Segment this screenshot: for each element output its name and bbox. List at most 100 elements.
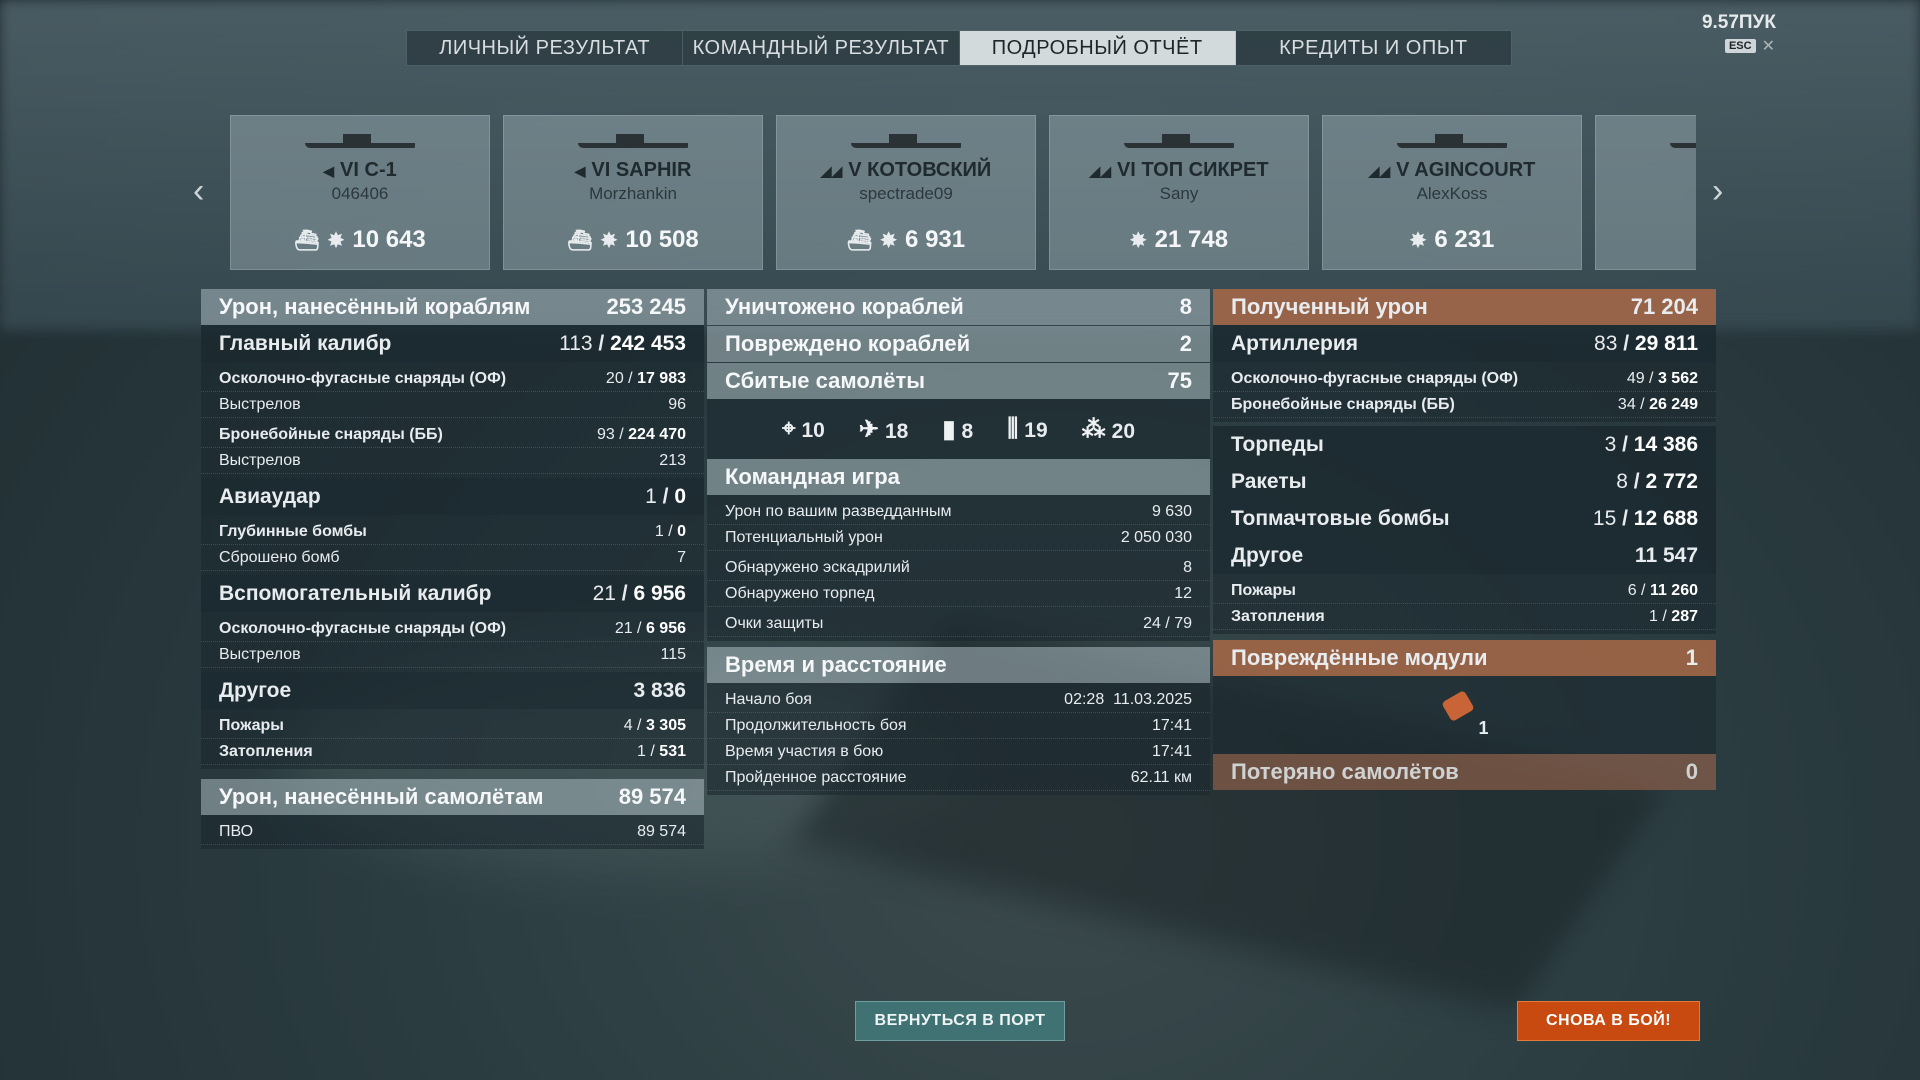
turret-module-icon: 1 (1440, 689, 1489, 738)
skip-bombs-row: Топмачтовые бомбы 15 / 12 688 (1213, 500, 1716, 537)
result-tabs: ЛИЧНЫЙ РЕЗУЛЬТАТ КОМАНДНЫЙ РЕЗУЛЬТАТ ПОД… (406, 30, 1512, 66)
ship-silhouette-icon (1397, 134, 1507, 148)
battle-start-row: Начало боя 02:28 11.03.2025 (707, 687, 1210, 713)
combat-panel: Уничтожено кораблей 8 Повреждено кораблей… (707, 289, 1210, 795)
distance-row: Пройденное расстояние 62.11 км (707, 765, 1210, 791)
ap-shots-row: Выстрелов 213 (201, 448, 704, 474)
ship-silhouette-icon (1124, 134, 1234, 148)
ship-silhouette-icon (1670, 136, 1696, 148)
artillery-details: Осколочно-фугасные снаряды (ОФ) 49 / 3 56… (1213, 362, 1716, 422)
ship-damage-value: 10 508 (625, 226, 699, 253)
torpedoes-row: Торпеды 3 / 14 386 (1213, 426, 1716, 463)
ships-destroyed-row: Уничтожено кораблей 8 (707, 289, 1210, 325)
other-damage-details: Пожары 4 / 3 305 Затопления 1 / 531 (201, 709, 704, 769)
explosion-icon: ✸ (600, 229, 618, 252)
ship-tier: V (1396, 159, 1410, 181)
ship-card[interactable]: ◢◢ V КОТОВСКИЙ spectrade09 ⛴ ✸ 6 931 (776, 115, 1036, 270)
battle-duration-row: Продолжительность боя 17:41 (707, 713, 1210, 739)
tab-detailed[interactable]: ПОДРОБНЫЙ ОТЧЁТ (959, 31, 1236, 65)
damage-dealt-panel: Урон, нанесённый кораблям 253 245 Главный… (201, 289, 704, 849)
ship-damage-header: Урон, нанесённый кораблям 253 245 (201, 289, 704, 325)
squadron-icon: ⁂ (1081, 415, 1106, 443)
ship-card[interactable]: ◢◢ VI ТОП СИКРЕТ Sany ✸ 21 748 (1049, 115, 1309, 270)
ship-card[interactable]: ◀ VI C-1 046406 ⛴ ✸ 10 643 (230, 115, 490, 270)
planes-lost-header: Потеряно самолётов 0 (1213, 754, 1716, 790)
ships-damaged-row: Повреждено кораблей 2 (707, 326, 1210, 362)
planes-shot-row: Сбитые самолёты 75 (707, 363, 1210, 399)
chevron-right-icon[interactable]: › (1712, 172, 1723, 211)
bombs-dropped-row: Сброшено бомб 7 (201, 545, 704, 571)
explosion-icon: ✸ (1409, 229, 1427, 252)
received-ap-row: Бронебойные снаряды (ББ) 34 / 26 249 (1213, 392, 1716, 418)
main-battery-details: Осколочно-фугасные снаряды (ОФ) 20 / 17 9… (201, 362, 704, 478)
artillery-row: Артиллерия 83 / 29 811 (1213, 325, 1716, 362)
player-name: spectrade09 (859, 184, 953, 203)
version-label: 9.57ПУК (1701, 12, 1776, 33)
floods-row: Затопления 1 / 531 (201, 739, 704, 765)
ship-name: ТОП СИКРЕТ (1141, 159, 1269, 181)
explosion-icon: ✸ (880, 229, 898, 252)
close-icon[interactable]: ✕ (1762, 36, 1775, 56)
battleship-icon: ◢◢ (820, 163, 843, 179)
ship-silhouette-icon (578, 134, 688, 148)
ship-card[interactable]: ◀V Г 0 (1595, 115, 1696, 270)
other-damage-row: Другое 3 836 (201, 672, 704, 709)
sunk-icon: ⛴ (567, 229, 593, 252)
airstrike-details: Глубинные бомбы 1 / 0 Сброшено бомб 7 (201, 515, 704, 575)
received-fires-row: Пожары 6 / 11 260 (1213, 578, 1716, 604)
aa-details: ПВО 89 574 (201, 815, 704, 849)
secondary-details: Осколочно-фугасные снаряды (ОФ) 21 / 6 95… (201, 612, 704, 672)
ship-damage-value: 21 748 (1154, 226, 1229, 253)
time-distance-header: Время и расстояние (707, 647, 1210, 683)
return-to-port-button[interactable]: ВЕРНУТЬСЯ В ПОРТ (855, 1001, 1065, 1041)
ship-card[interactable]: ◀ VI SAPHIR Morzhankin ⛴ ✸ 10 508 (503, 115, 763, 270)
ship-tier: V (848, 159, 862, 181)
depth-charges-row: Глубинные бомбы 1 / 0 (201, 519, 704, 545)
sunk-icon: ⛴ (294, 229, 320, 252)
player-name: 0 (1596, 184, 1696, 204)
bomb-icon: ▮ (942, 415, 956, 443)
fighter-icon: ✈ (858, 415, 879, 443)
secondary-he-row: Осколочно-фугасные снаряды (ОФ) 21 / 6 95… (201, 616, 704, 642)
player-name: Sany (1159, 184, 1199, 203)
player-name: Morzhankin (589, 184, 677, 203)
teamplay-header: Командная игра (707, 459, 1210, 495)
ship-card[interactable]: ◢◢ V AGINCOURT AlexKoss ✸ 6 231 (1322, 115, 1582, 270)
rockets-row: Ракеты 8 / 2 772 (1213, 463, 1716, 500)
ap-shells-row: Бронебойные снаряды (ББ) 93 / 224 470 (201, 422, 704, 448)
received-he-row: Осколочно-фугасные снаряды (ОФ) 49 / 3 56… (1213, 366, 1716, 392)
close-control[interactable]: ESC ✕ (1724, 36, 1775, 56)
received-other-row: Другое 11 547 (1213, 537, 1716, 574)
damage-received-panel: Полученный урон 71 204 Артиллерия 83 / 29 … (1213, 289, 1716, 790)
ship-name: C-1 (364, 159, 397, 181)
ship-silhouette-icon (851, 134, 961, 148)
ship-tier: VI (591, 159, 611, 181)
ship-name: КОТОВСКИЙ (867, 159, 992, 181)
airstrike-row: Авиаудар 1 / 0 (201, 478, 704, 515)
teamplay-details: Урон по вашим разведданным 9 630 Потенциа… (707, 495, 1210, 641)
player-name: AlexKoss (1416, 184, 1488, 203)
main-battery-row: Главный калибр 113 / 242 453 (201, 325, 704, 362)
ship-tier: VI (1116, 159, 1136, 181)
damaged-modules-list: 1 (1213, 676, 1716, 754)
aa-row: ПВО 89 574 (201, 819, 704, 845)
he-shots-row: Выстрелов 96 (201, 392, 704, 418)
battle-again-button[interactable]: СНОВА В БОЙ! (1517, 1001, 1700, 1041)
ship-silhouette-icon (305, 134, 415, 148)
chevron-left-icon[interactable]: ‹ (193, 172, 204, 211)
tab-personal[interactable]: ЛИЧНЫЙ РЕЗУЛЬТАТ (407, 31, 684, 65)
damaged-modules-header: Повреждённые модули 1 (1213, 640, 1716, 676)
explosion-icon: ✸ (1129, 229, 1147, 252)
ship-damage-value: 6 931 (905, 226, 966, 253)
torpedoes-spotted-row: Обнаружено торпед 12 (707, 581, 1210, 607)
battleship-icon: ◢◢ (1089, 163, 1111, 179)
he-shells-row: Осколочно-фугасные снаряды (ОФ) 20 / 17 9… (201, 366, 704, 392)
explosion-icon: ✸ (327, 229, 345, 252)
tab-credits[interactable]: КРЕДИТЫ И ОПЫТ (1236, 31, 1511, 65)
participation-time-row: Время участия в бою 17:41 (707, 739, 1210, 765)
esc-key[interactable]: ESC (1724, 39, 1756, 53)
received-other-details: Пожары 6 / 11 260 Затопления 1 / 287 (1213, 574, 1716, 634)
spotting-damage-row: Урон по вашим разведданным 9 630 (707, 499, 1210, 525)
tab-team[interactable]: КОМАНДНЫЙ РЕЗУЛЬТАТ (683, 31, 960, 65)
potential-damage-row: Потенциальный урон 2 050 030 (707, 525, 1210, 551)
